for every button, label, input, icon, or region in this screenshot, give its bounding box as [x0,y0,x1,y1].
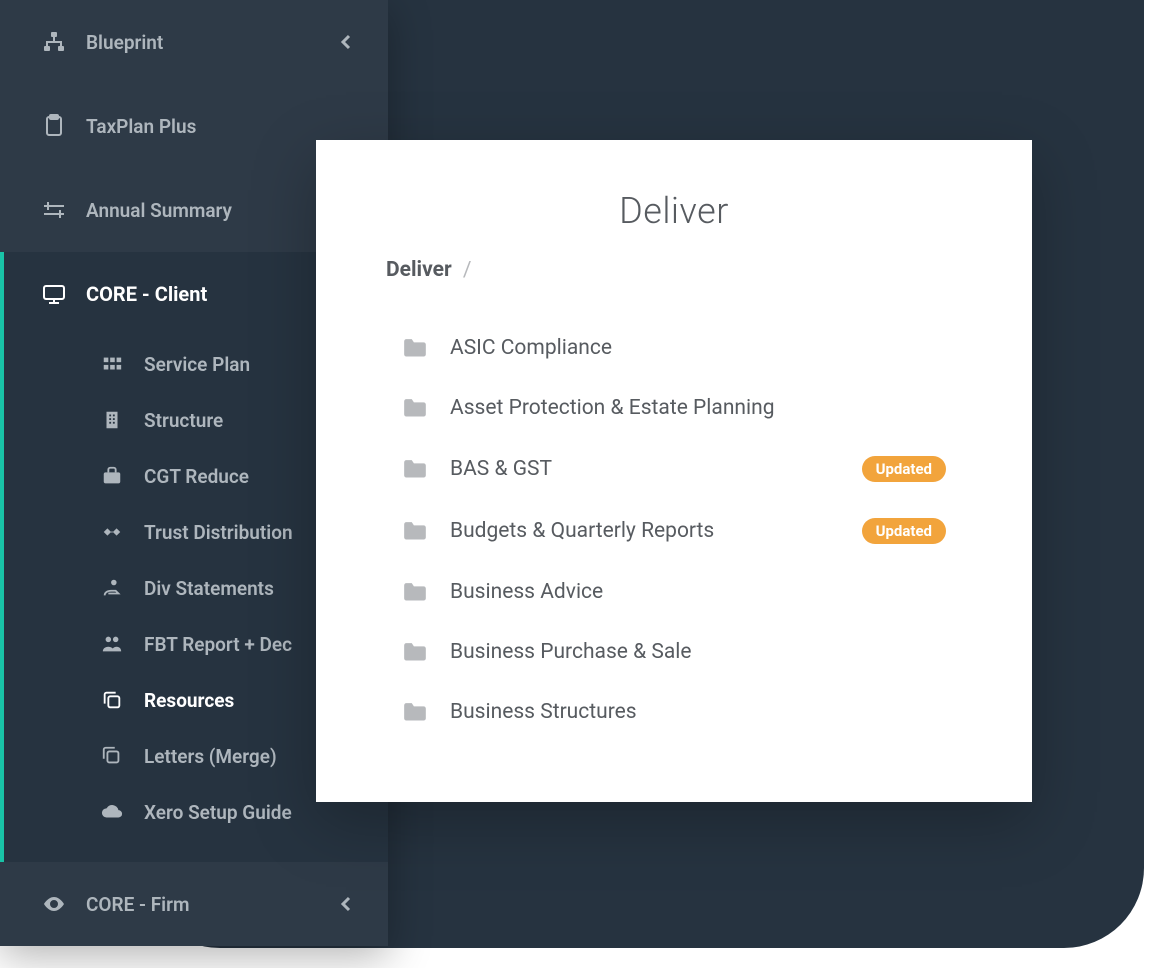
sidebar-sub-label: FBT Report + Dec [144,633,292,656]
folder-label: Asset Protection & Estate Planning [450,396,946,420]
copy-icon [100,688,124,712]
folder-asset-protection[interactable]: Asset Protection & Estate Planning [374,378,974,438]
folder-icon [402,581,428,603]
sidebar-item-label: Annual Summary [86,199,232,222]
folder-icon [402,701,428,723]
sidebar-sub-label: CGT Reduce [144,465,249,488]
folder-business-structures[interactable]: Business Structures [374,682,974,742]
breadcrumb[interactable]: Deliver / [386,258,974,282]
folder-list: ASIC Compliance Asset Protection & Estat… [374,318,974,742]
breadcrumb-root: Deliver [386,258,452,282]
hand-coin-icon [100,576,124,600]
folder-label: ASIC Compliance [450,336,946,360]
page-title: Deliver [374,190,974,232]
folder-label: Business Advice [450,580,946,604]
eye-icon [42,892,66,916]
cloud-icon [100,800,124,824]
sidebar-item-label: Blueprint [86,31,163,54]
folder-icon [402,397,428,419]
folder-label: Business Purchase & Sale [450,640,946,664]
sidebar-item-core-firm[interactable]: CORE - Firm [0,862,388,946]
folder-label: BAS & GST [450,457,840,481]
briefcase-icon [100,464,124,488]
sidebar-sub-label: Service Plan [144,353,250,376]
sidebar-section-label: CORE - Client [86,282,207,306]
people-icon [100,632,124,656]
timeline-icon [42,198,66,222]
folder-label: Budgets & Quarterly Reports [450,519,840,543]
building-icon [100,408,124,432]
hierarchy-icon [42,30,66,54]
folder-asic-compliance[interactable]: ASIC Compliance [374,318,974,378]
sidebar-item-label: TaxPlan Plus [86,115,196,138]
folder-icon [402,458,428,480]
sidebar-sub-label: Xero Setup Guide [144,801,292,824]
folder-icon [402,641,428,663]
folder-business-purchase-sale[interactable]: Business Purchase & Sale [374,622,974,682]
folder-bas-gst[interactable]: BAS & GST Updated [374,438,974,500]
sidebar-sub-label: Trust Distribution [144,521,293,544]
stack-icon [100,744,124,768]
chevron-left-icon [334,30,358,54]
sidebar-sub-label: Structure [144,409,223,432]
updated-badge: Updated [862,518,946,544]
folder-icon [402,337,428,359]
folder-icon [402,520,428,542]
sidebar-sub-label: Resources [144,689,234,712]
grid-icon [100,352,124,376]
folder-label: Business Structures [450,700,946,724]
clipboard-icon [42,114,66,138]
updated-badge: Updated [862,456,946,482]
content-panel: Deliver Deliver / ASIC Compliance Asset … [316,140,1032,802]
chevron-left-icon [334,892,358,916]
sidebar-sub-label: Letters (Merge) [144,745,277,768]
folder-budgets-quarterly[interactable]: Budgets & Quarterly Reports Updated [374,500,974,562]
sidebar-item-label: CORE - Firm [86,893,189,916]
handshake-icon [100,520,124,544]
folder-business-advice[interactable]: Business Advice [374,562,974,622]
monitor-icon [42,282,66,306]
sidebar-sub-label: Div Statements [144,577,274,600]
sidebar-item-blueprint[interactable]: Blueprint [0,0,388,84]
breadcrumb-separator: / [463,258,472,282]
